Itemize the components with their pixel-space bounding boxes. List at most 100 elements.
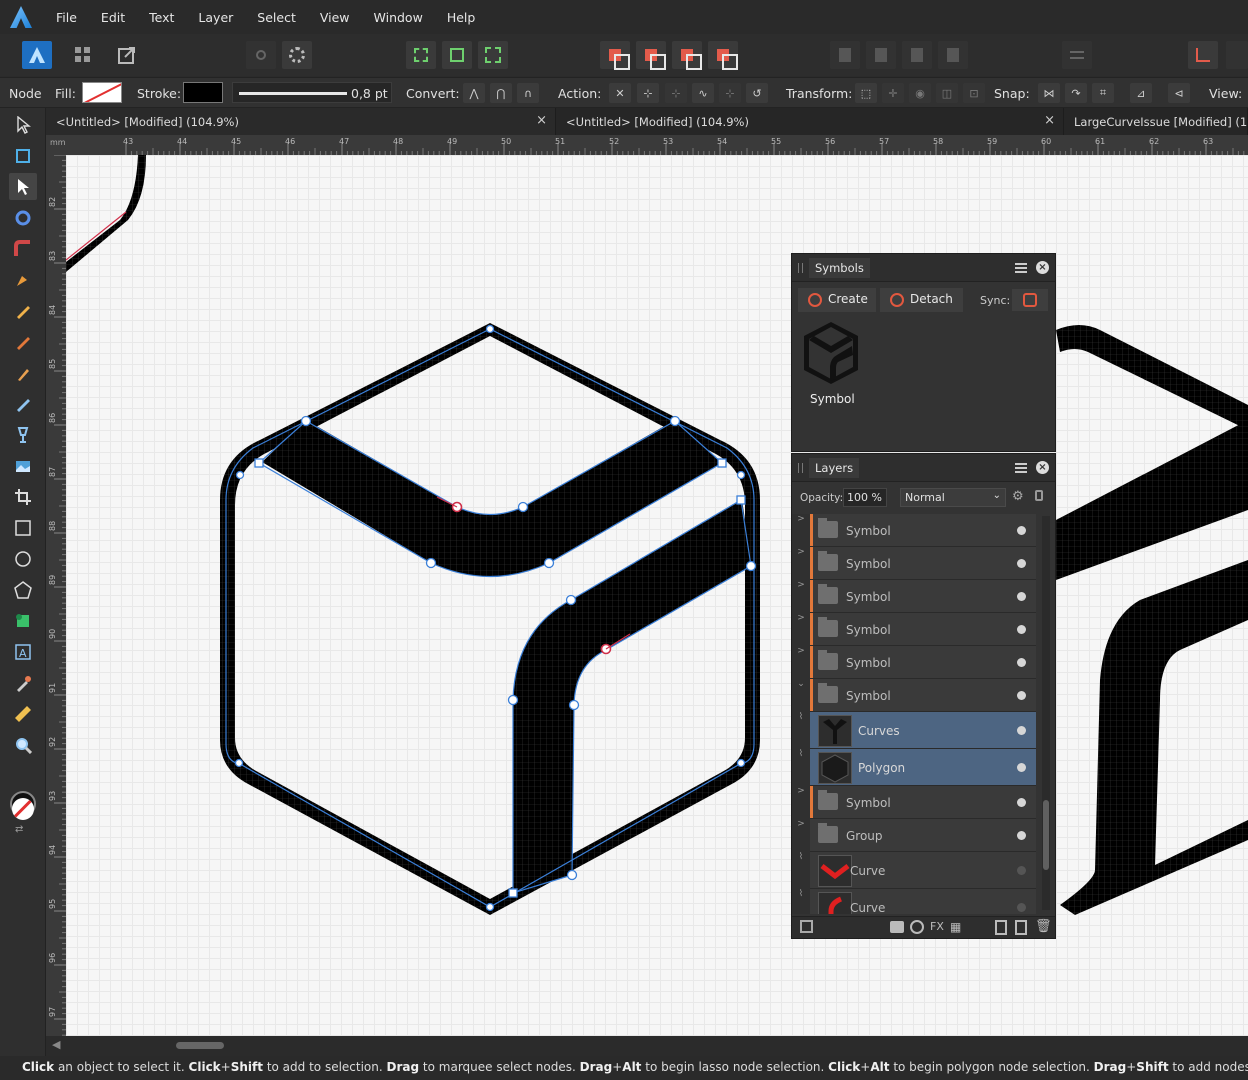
lock-icon[interactable] xyxy=(1035,490,1043,501)
action-reverse-button[interactable]: ⊹ xyxy=(719,83,741,103)
arrange-button-3[interactable] xyxy=(672,41,702,70)
layer-expand-toggle[interactable]: > xyxy=(792,580,810,613)
align-button-1[interactable] xyxy=(406,41,436,69)
node-tool[interactable] xyxy=(9,173,37,200)
toolbar-button-1[interactable] xyxy=(246,41,276,69)
menu-layer[interactable]: Layer xyxy=(198,10,233,25)
layer-visibility-dot[interactable] xyxy=(1017,624,1026,634)
text-tool[interactable]: A xyxy=(9,638,37,665)
layer-row[interactable]: Curves xyxy=(810,712,1036,749)
horizontal-scrollbar[interactable]: ◀ xyxy=(46,1036,1248,1056)
layer-visibility-dot[interactable] xyxy=(1017,525,1026,535)
live-filter-icon[interactable]: ▦ xyxy=(950,920,961,934)
layers-panel-title[interactable]: Layers xyxy=(809,458,860,478)
tab-document-2[interactable]: <Untitled> [Modified] (104.9%) × xyxy=(556,108,1064,135)
close-icon[interactable]: × xyxy=(1036,461,1049,474)
stroke-width-slider[interactable]: 0,8 pt xyxy=(232,82,392,103)
layer-row[interactable]: Symbol xyxy=(810,679,1036,712)
arrange-button-4[interactable] xyxy=(708,41,738,70)
point-transform-tool[interactable] xyxy=(9,204,37,231)
fill-color-well[interactable] xyxy=(12,798,34,820)
panel-menu-icon[interactable] xyxy=(1015,463,1027,473)
boolean-button-3[interactable] xyxy=(902,41,932,69)
action-join-button[interactable]: ∿ xyxy=(692,83,714,103)
adjustment-layer-icon[interactable] xyxy=(910,920,924,934)
color-picker-tool[interactable] xyxy=(9,669,37,696)
layer-visibility-dot[interactable] xyxy=(1017,902,1026,912)
align-button-2[interactable] xyxy=(442,41,472,69)
transparency-tool[interactable] xyxy=(9,421,37,448)
shape-tool[interactable] xyxy=(9,607,37,634)
layer-visibility-dot[interactable] xyxy=(1017,558,1026,568)
layer-expand-toggle[interactable]: > xyxy=(792,514,810,547)
tab-document-3[interactable]: LargeCurveIssue [Modified] (1481.1%) xyxy=(1064,108,1248,135)
close-icon[interactable]: × xyxy=(536,113,547,128)
close-icon[interactable]: × xyxy=(1036,261,1049,274)
fill-swatch[interactable] xyxy=(82,82,122,103)
move-tool[interactable] xyxy=(9,111,37,138)
corner-tool[interactable] xyxy=(9,235,37,262)
layer-expand-toggle[interactable]: ⌄ xyxy=(792,679,810,712)
snap-button-1[interactable]: ⋈ xyxy=(1038,83,1060,103)
menu-file[interactable]: File xyxy=(56,10,77,25)
snap-button-4[interactable]: ⊿ xyxy=(1130,83,1152,103)
layer-expand-toggle[interactable]: > xyxy=(792,786,810,819)
snap-button-2[interactable]: ↷ xyxy=(1065,83,1087,103)
transform-button-5[interactable]: ⊡ xyxy=(963,83,985,103)
layer-visibility-dot[interactable] xyxy=(1017,797,1026,807)
layer-visibility-dot[interactable] xyxy=(1017,657,1026,667)
polygon-tool[interactable] xyxy=(9,576,37,603)
convert-smooth-button[interactable]: ⋂ xyxy=(490,83,512,103)
menu-edit[interactable]: Edit xyxy=(101,10,125,25)
zoom-tool[interactable] xyxy=(9,731,37,758)
action-rotate-button[interactable]: ↺ xyxy=(746,83,768,103)
drag-handle-icon[interactable] xyxy=(798,463,803,473)
opacity-input[interactable]: 100 % xyxy=(843,488,887,507)
swap-colors-icon[interactable]: ⇄ xyxy=(15,824,23,835)
layer-visibility-dot[interactable] xyxy=(1017,725,1026,735)
layer-visibility-dot[interactable] xyxy=(1017,830,1026,840)
layer-row[interactable]: Symbol xyxy=(810,580,1036,613)
layer-row[interactable]: Symbol xyxy=(810,613,1036,646)
pixel-brush-tool[interactable] xyxy=(9,359,37,386)
arrange-button-1[interactable] xyxy=(600,41,630,70)
boolean-button-2[interactable] xyxy=(866,41,896,69)
boolean-button-4[interactable] xyxy=(938,41,968,69)
menu-view[interactable]: View xyxy=(320,10,350,25)
symbol-thumbnail[interactable]: Symbol xyxy=(800,318,862,408)
ellipse-tool[interactable] xyxy=(9,545,37,572)
align-button-3[interactable] xyxy=(478,41,508,69)
layer-visibility-dot[interactable] xyxy=(1017,865,1026,875)
menu-text[interactable]: Text xyxy=(149,10,174,25)
scrollbar-thumb[interactable] xyxy=(1043,800,1049,870)
blend-mode-select[interactable]: Normal ⌄ xyxy=(900,488,1006,507)
layer-expand-toggle[interactable]: > xyxy=(792,646,810,679)
layer-row[interactable]: Symbol xyxy=(810,646,1036,679)
create-symbol-button[interactable]: Create xyxy=(798,288,876,312)
symbols-panel-title[interactable]: Symbols xyxy=(809,258,870,278)
rectangle-tool[interactable] xyxy=(9,514,37,541)
layer-row[interactable]: Symbol xyxy=(810,547,1036,580)
panel-menu-icon[interactable] xyxy=(1015,263,1027,273)
snap-button-3[interactable]: ⌗ xyxy=(1092,83,1114,103)
layer-visibility-dot[interactable] xyxy=(1017,690,1026,700)
menu-select[interactable]: Select xyxy=(257,10,296,25)
action-close-button[interactable]: ⊹ xyxy=(637,83,659,103)
scroll-left-icon[interactable]: ◀ xyxy=(52,1038,60,1051)
convert-smart-button[interactable]: ∩ xyxy=(517,83,539,103)
action-break-button[interactable]: ✕ xyxy=(609,83,631,103)
action-smooth-button[interactable]: ⊹ xyxy=(665,83,687,103)
pen-tool[interactable] xyxy=(9,266,37,293)
toolbar-button-3[interactable] xyxy=(1226,41,1248,69)
sync-toggle-button[interactable] xyxy=(1012,289,1048,311)
delete-layer-icon[interactable]: 🗑 xyxy=(1035,919,1052,934)
designer-persona-button[interactable] xyxy=(22,41,52,69)
vertical-ruler[interactable]: 8283848586878889909192939495969798 xyxy=(46,155,66,1036)
layer-expand-toggle[interactable]: ⌇ xyxy=(792,712,810,749)
transform-button-3[interactable]: ◉ xyxy=(909,83,931,103)
layer-visibility-dot[interactable] xyxy=(1017,591,1026,601)
layer-visibility-dot[interactable] xyxy=(1017,762,1026,772)
place-image-tool[interactable] xyxy=(9,452,37,479)
crop-tool[interactable] xyxy=(9,483,37,510)
tab-document-1[interactable]: <Untitled> [Modified] (104.9%) × xyxy=(46,108,556,135)
